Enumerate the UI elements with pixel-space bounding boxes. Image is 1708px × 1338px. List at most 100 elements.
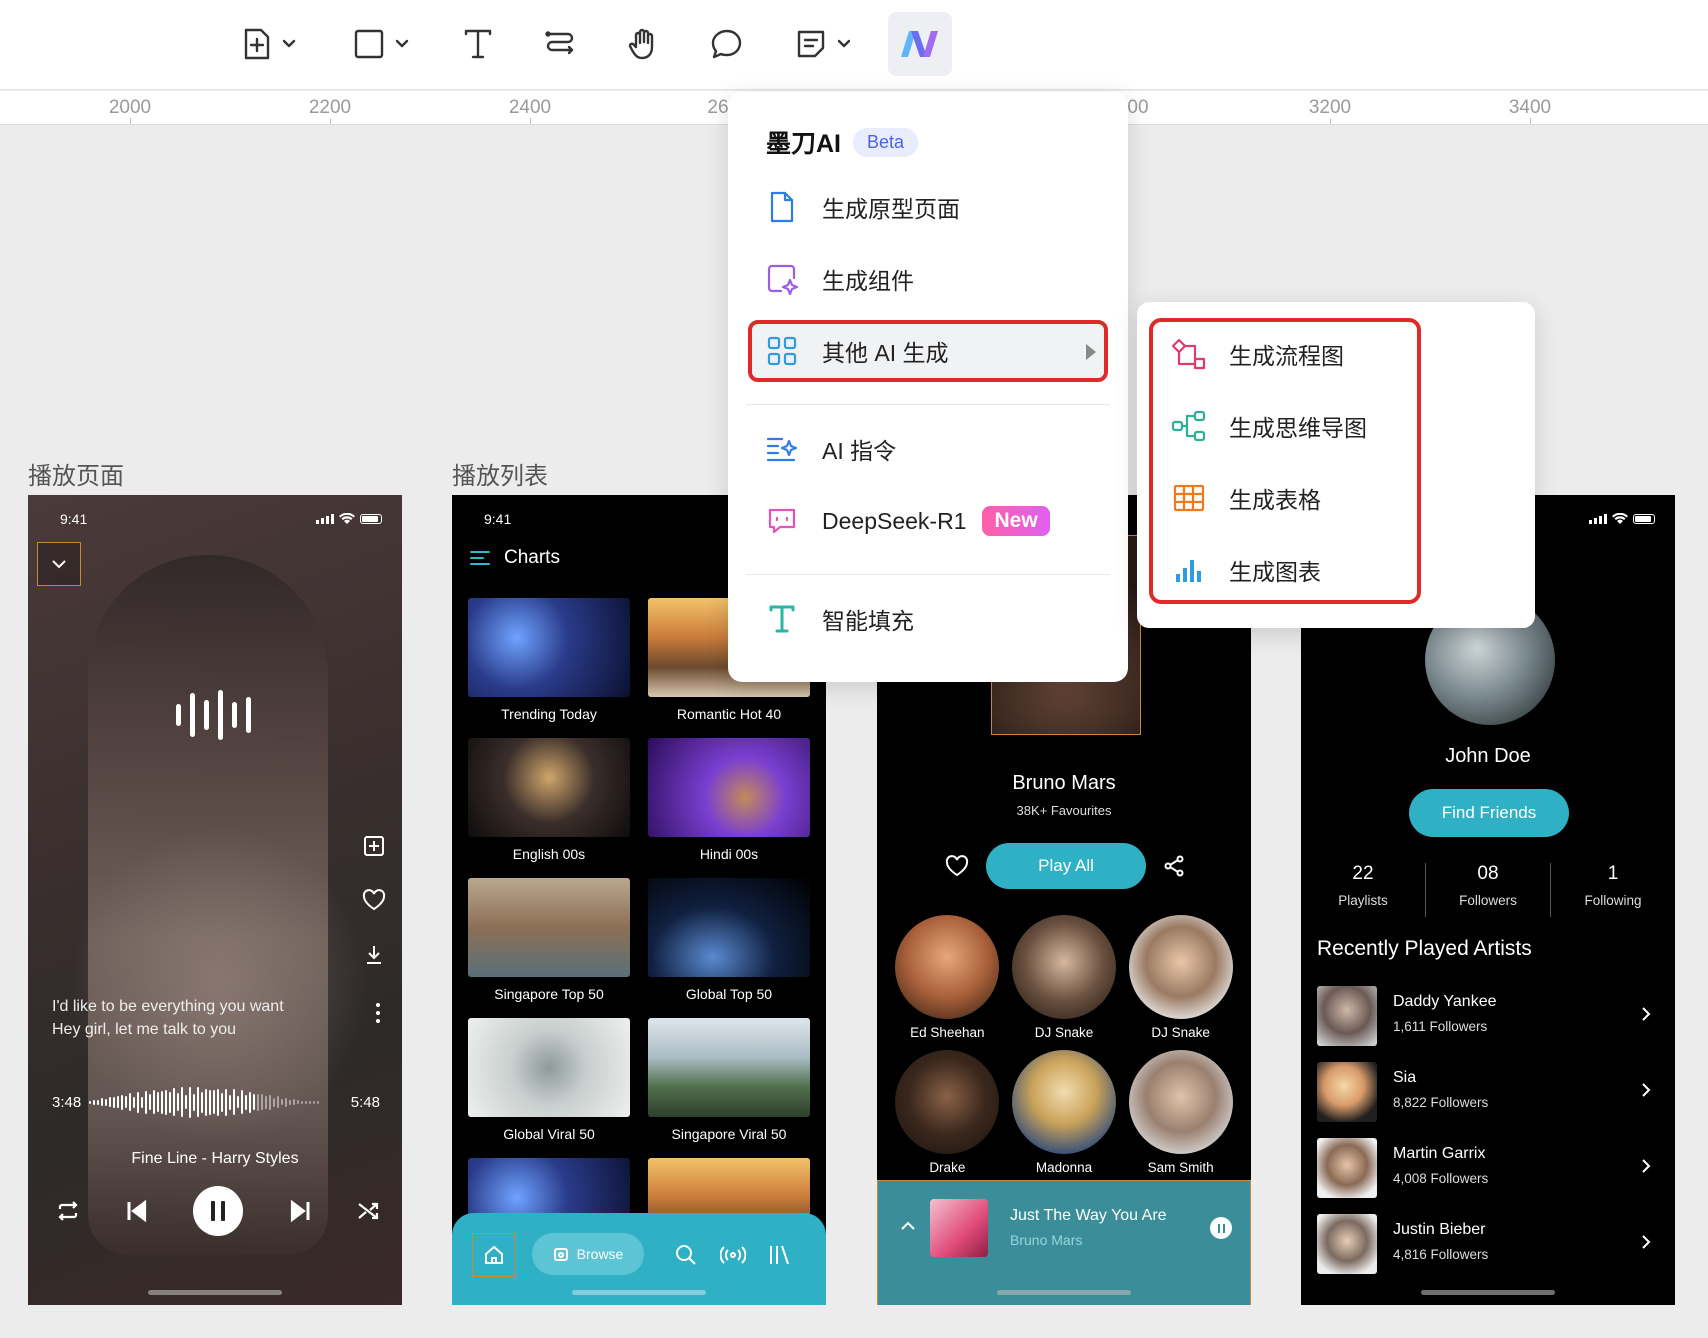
waveform-bar [181, 1087, 184, 1117]
waveform-scrubber[interactable] [89, 1084, 343, 1120]
list-item-name: Daddy Yankee [1393, 993, 1497, 1010]
chevron-down-icon [52, 560, 66, 569]
chart-card[interactable]: Singapore Top 50 [468, 878, 630, 1018]
note-tool[interactable] [788, 12, 858, 76]
artist-item[interactable]: DJ Snake [1006, 915, 1123, 1040]
add-to-playlist-icon[interactable] [363, 835, 385, 857]
frame-label-playlist[interactable]: 播放列表 [452, 456, 548, 491]
album-cover [930, 1199, 988, 1257]
list-item[interactable]: Daddy Yankee 1,611 Followers [1317, 980, 1659, 1056]
waveform-bar [277, 1096, 280, 1108]
artist-item[interactable]: Madonna [1006, 1050, 1123, 1175]
stat-label: Following [1584, 893, 1642, 908]
waveform-bar [153, 1090, 156, 1114]
home-icon [485, 1245, 503, 1264]
play-all-button[interactable]: Play All [986, 843, 1146, 889]
artist-item[interactable]: Drake [889, 1050, 1006, 1175]
ai-tool[interactable] [888, 12, 952, 76]
wifi-icon [339, 513, 355, 524]
waveform-bar [221, 1092, 224, 1112]
browse-icon [553, 1248, 568, 1261]
waveform-bar [89, 1100, 92, 1104]
heart-icon[interactable] [945, 855, 969, 877]
player-screen-frame[interactable]: 9:41 I'd like to be everything you want … [28, 495, 402, 1305]
artist-actions: Play All [945, 843, 1185, 889]
repeat-icon[interactable] [56, 1200, 80, 1222]
menu-item-deepseek[interactable]: DeepSeek-R1 New [764, 496, 1050, 546]
chevron-up-icon[interactable] [900, 1221, 916, 1231]
rectangle-tool[interactable] [346, 12, 416, 76]
chevron-right-icon [1642, 1159, 1651, 1173]
chevron-right-icon [1642, 1235, 1651, 1249]
shuffle-icon[interactable] [356, 1200, 380, 1222]
hand-tool[interactable] [622, 12, 664, 76]
more-options-icon[interactable] [376, 1003, 380, 1023]
progress-bar[interactable]: 3:48 5:48 [52, 1084, 380, 1120]
list-item[interactable]: Sia 8,822 Followers [1317, 1056, 1659, 1132]
chart-card[interactable]: English 00s [468, 738, 630, 878]
waveform-bar [209, 1089, 212, 1115]
menu-item-generate-prototype[interactable]: 生成原型页面 [764, 182, 960, 232]
mini-pause-button[interactable] [1210, 1217, 1232, 1239]
share-icon[interactable] [1163, 855, 1185, 877]
comment-tool[interactable] [706, 12, 748, 76]
modao-ai-logo-icon [901, 31, 938, 57]
next-icon[interactable] [288, 1199, 312, 1223]
frame-label-player[interactable]: 播放页面 [28, 456, 124, 491]
waveform-bar [117, 1096, 120, 1108]
list-item-followers: 4,816 Followers [1393, 1247, 1489, 1262]
menu-icon[interactable] [470, 551, 490, 565]
text-tool[interactable] [458, 12, 498, 76]
list-item[interactable]: Justin Bieber 4,816 Followers [1317, 1208, 1659, 1284]
waveform-bar [237, 1096, 240, 1108]
waveform-bar [297, 1100, 300, 1104]
waveform-bar [317, 1100, 320, 1104]
chevron-down-icon[interactable] [837, 39, 851, 49]
artist-item[interactable]: DJ Snake [1122, 915, 1239, 1040]
library-icon[interactable] [768, 1243, 790, 1267]
previous-icon[interactable] [125, 1199, 149, 1223]
waveform-bar [97, 1099, 100, 1105]
find-friends-button[interactable]: Find Friends [1409, 789, 1569, 837]
stat-followers[interactable]: 08 Followers [1426, 863, 1551, 917]
radio-icon[interactable] [720, 1243, 746, 1267]
list-item[interactable]: Martin Garrix 4,008 Followers [1317, 1132, 1659, 1208]
chart-card[interactable]: Hindi 00s [648, 738, 810, 878]
menu-item-ai-command[interactable]: AI 指令 [764, 424, 896, 474]
chart-card[interactable]: Trending Today [468, 598, 630, 738]
list-item-followers: 4,008 Followers [1393, 1171, 1489, 1186]
ai-brand: 墨刀AI [766, 130, 842, 158]
nav-home[interactable] [472, 1233, 516, 1277]
artist-item[interactable]: Ed Sheehan [889, 915, 1006, 1040]
chat-icon [768, 508, 796, 534]
toolbar [0, 0, 1708, 90]
menu-item-smart-fill[interactable]: 智能填充 [764, 594, 914, 644]
download-icon[interactable] [364, 943, 384, 965]
chevron-down-icon[interactable] [282, 39, 296, 49]
waveform-bar [301, 1100, 304, 1104]
stat-following[interactable]: 1 Following [1551, 863, 1675, 917]
add-frame-tool[interactable] [234, 12, 304, 76]
chart-card[interactable]: Global Top 50 [648, 878, 810, 1018]
chart-card[interactable]: Singapore Viral 50 [648, 1018, 810, 1158]
heart-icon[interactable] [362, 889, 386, 911]
chevron-down-icon[interactable] [395, 39, 409, 49]
artist-item[interactable]: Sam Smith [1122, 1050, 1239, 1175]
nav-browse[interactable]: Browse [532, 1233, 644, 1275]
chart-card[interactable]: Global Viral 50 [468, 1018, 630, 1158]
connector-tool[interactable] [540, 12, 580, 76]
pause-button[interactable] [193, 1186, 243, 1236]
mini-player[interactable]: Just The Way You Are Bruno Mars [877, 1180, 1251, 1305]
profile-stats: 22 Playlists 08 Followers 1 Following [1301, 863, 1675, 917]
search-icon[interactable] [674, 1243, 698, 1267]
charts-grid: Trending Today Romantic Hot 40 English 0… [468, 598, 810, 1298]
menu-item-generate-component[interactable]: 生成组件 [764, 254, 914, 304]
ruler-tick: 2400 [508, 97, 552, 118]
new-badge: New [982, 506, 1050, 536]
beta-badge: Beta [853, 127, 919, 157]
list-item-followers: 8,822 Followers [1393, 1095, 1489, 1110]
waveform-bar [313, 1100, 316, 1104]
list-item-name: Justin Bieber [1393, 1221, 1486, 1238]
stat-playlists[interactable]: 22 Playlists [1301, 863, 1426, 917]
collapse-button[interactable] [37, 542, 81, 586]
